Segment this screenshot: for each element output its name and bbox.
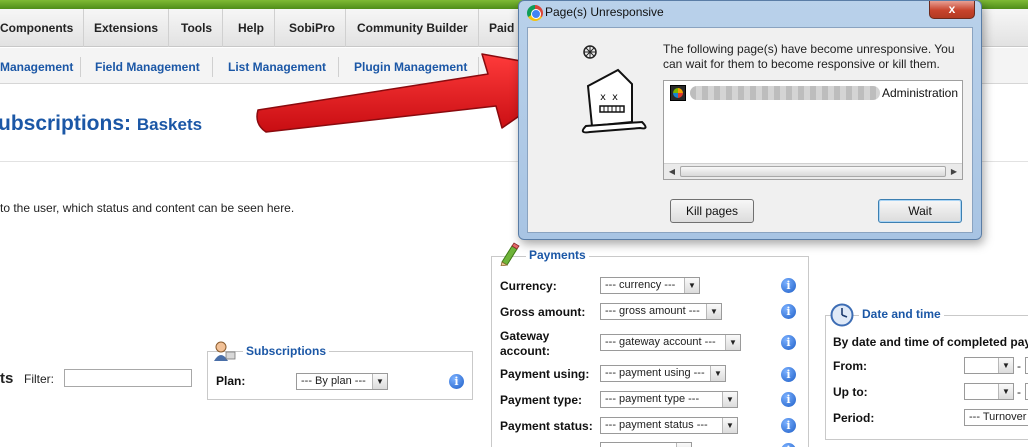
chevron-down-icon: ▼ — [676, 443, 691, 447]
period-select-value: --- Turnover — [969, 411, 1027, 423]
submenu-divider — [212, 57, 213, 77]
chevron-down-icon: ▼ — [725, 335, 740, 350]
currency-select[interactable]: --- currency --- ▼ — [600, 277, 700, 294]
from-dash: - — [1017, 359, 1021, 373]
gateway-account-select[interactable]: --- gateway account --- ▼ — [600, 334, 741, 351]
page-title-main: ubscriptions: — [0, 112, 132, 135]
upto-label: Up to: — [833, 385, 868, 399]
chevron-down-icon: ▼ — [998, 358, 1013, 373]
scrollbar-thumb[interactable] — [680, 166, 946, 177]
upto-select[interactable]: ▼ — [964, 383, 1014, 400]
unresponsive-dialog: Page(s) Unresponsive x x x The following… — [518, 0, 982, 240]
info-icon[interactable]: i — [781, 367, 796, 382]
chevron-down-icon: ▼ — [722, 418, 737, 433]
sad-tab-icon: x x — [558, 42, 648, 138]
payment-status-select[interactable]: --- payment status --- ▼ — [600, 417, 738, 434]
from-label: From: — [833, 359, 867, 373]
dialog-title: Page(s) Unresponsive — [545, 5, 664, 19]
wait-button[interactable]: Wait — [878, 199, 962, 223]
joomla-icon — [670, 85, 686, 101]
from-select[interactable]: ▼ — [964, 357, 1014, 374]
kill-pages-button[interactable]: Kill pages — [670, 199, 754, 223]
filter-input[interactable] — [64, 369, 192, 387]
chrome-icon — [527, 5, 543, 21]
plan-select-value: --- By plan --- — [301, 375, 366, 387]
dialog-message: The following page(s) have become unresp… — [663, 42, 955, 71]
info-icon[interactable]: i — [781, 335, 796, 350]
gateway-account-select-value: --- gateway account --- — [605, 336, 716, 348]
submenu-field-management[interactable]: Field Management — [95, 48, 200, 84]
period-select[interactable]: --- Turnover — [964, 409, 1028, 426]
redacted-url — [690, 86, 880, 100]
payment-using-select-value: --- payment using --- — [605, 367, 705, 379]
subscriptions-legend: Subscriptions — [243, 344, 330, 358]
payment-type-label: Payment type: — [500, 393, 583, 407]
clock-icon — [830, 303, 854, 327]
payments-pencil-icon — [498, 242, 520, 267]
gateway-account-label: Gateway account: — [500, 329, 551, 358]
chevron-down-icon: ▼ — [710, 366, 725, 381]
menu-tools[interactable]: Tools — [171, 9, 224, 47]
chevron-down-icon: ▼ — [722, 392, 737, 407]
subscriptions-user-icon — [212, 341, 236, 361]
currency-select-value: --- currency --- — [605, 279, 676, 291]
menu-components[interactable]: Components — [0, 9, 85, 47]
unresponsive-pages-list[interactable]: Administration ◀ ▶ — [663, 80, 963, 180]
payment-type-select-value: --- payment type --- — [605, 393, 700, 405]
chevron-down-icon: ▼ — [372, 374, 387, 389]
info-icon[interactable]: i — [781, 418, 796, 433]
info-icon[interactable]: i — [781, 392, 796, 407]
page-title-sub: Baskets — [136, 115, 203, 134]
upto-dash: - — [1017, 385, 1021, 399]
chevron-down-icon: ▼ — [684, 278, 699, 293]
partial-select[interactable]: ▼ — [600, 442, 692, 447]
plan-label: Plan: — [216, 374, 246, 388]
plan-select[interactable]: --- By plan --- ▼ — [296, 373, 388, 390]
page: Components Extensions Tools Help SobiPro… — [0, 0, 1028, 447]
filter-label: Filter: — [24, 372, 54, 386]
scroll-left-icon[interactable]: ◀ — [665, 165, 679, 179]
list-item-label: Administration — [882, 86, 959, 100]
page-title: ubscriptions: Baskets — [0, 112, 202, 136]
payment-using-label: Payment using: — [500, 367, 590, 381]
gross-amount-select[interactable]: --- gross amount --- ▼ — [600, 303, 722, 320]
menu-extensions[interactable]: Extensions — [84, 9, 170, 47]
page-description: to the user, which status and content ca… — [0, 201, 295, 215]
period-label: Period: — [833, 411, 875, 425]
chevron-down-icon: ▼ — [706, 304, 721, 319]
gross-amount-label: Gross amount: — [500, 305, 586, 319]
svg-text:x x: x x — [600, 92, 618, 103]
payment-status-select-value: --- payment status --- — [605, 419, 708, 431]
currency-label: Currency: — [500, 279, 557, 293]
datetime-heading: By date and time of completed pay — [833, 335, 1028, 349]
submenu-divider — [80, 57, 81, 77]
payment-using-select[interactable]: --- payment using --- ▼ — [600, 365, 726, 382]
scroll-right-icon[interactable]: ▶ — [947, 165, 961, 179]
info-icon[interactable]: i — [781, 278, 796, 293]
submenu-management[interactable]: Management — [0, 48, 73, 84]
horizontal-scrollbar[interactable]: ◀ ▶ — [664, 163, 962, 179]
chevron-down-icon: ▼ — [998, 384, 1013, 399]
payments-legend: Payments — [526, 248, 589, 262]
close-button[interactable]: x — [929, 1, 975, 19]
gross-amount-select-value: --- gross amount --- — [605, 305, 700, 317]
info-icon[interactable]: i — [449, 374, 464, 389]
filter-heading: ts — [0, 370, 14, 387]
payment-status-label: Payment status: — [500, 419, 593, 433]
info-icon[interactable]: i — [781, 304, 796, 319]
datetime-legend: Date and time — [859, 307, 944, 321]
dialog-body: x x The following page(s) have become un… — [527, 27, 973, 233]
payment-type-select[interactable]: --- payment type --- ▼ — [600, 391, 738, 408]
